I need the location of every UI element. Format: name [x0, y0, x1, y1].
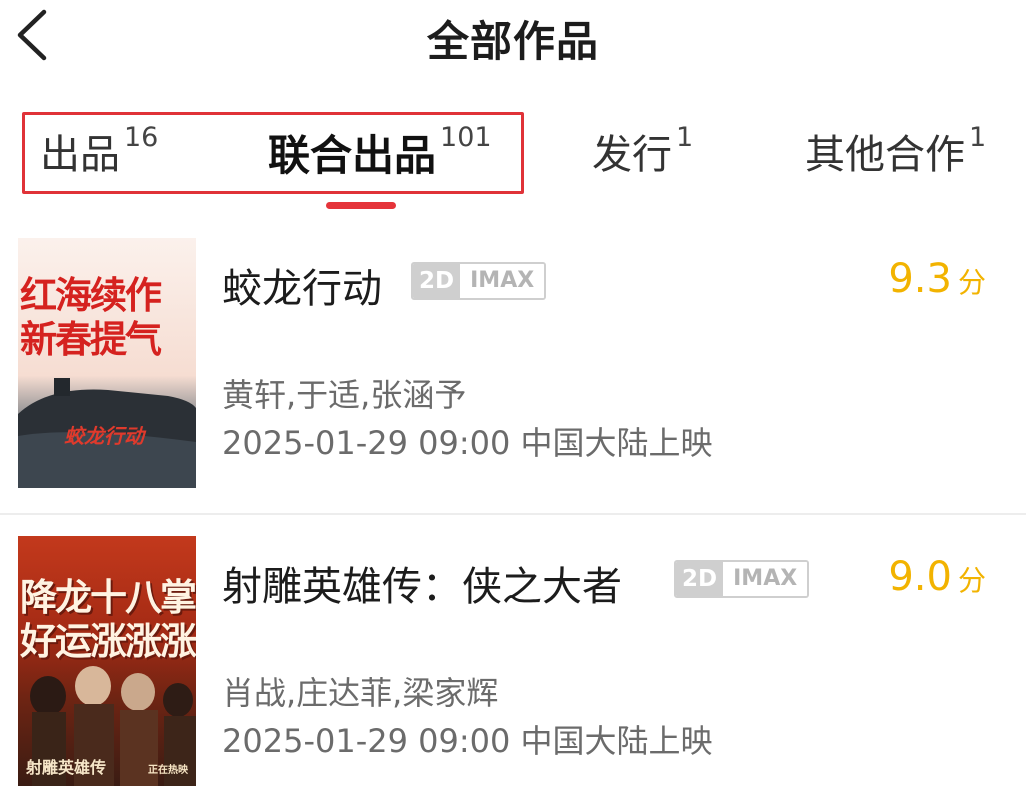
badge-imax: IMAX	[723, 562, 808, 596]
poster-slogan-line: 新春提气	[20, 318, 162, 361]
format-badge: 2D IMAX	[674, 560, 810, 598]
tab-count: 16	[124, 122, 159, 153]
tab-co-produced[interactable]: 联合出品 101	[268, 122, 492, 183]
movie-score: 9.0 分	[888, 554, 986, 600]
list-item[interactable]: 降龙十八掌! 好运涨涨涨 射雕英雄传 正在热映 射雕英雄传：侠之大者 2D IM…	[0, 518, 1026, 799]
poster-slogan: 降龙十八掌! 好运涨涨涨	[20, 576, 196, 664]
poster-slogan-line: 红海续作	[20, 274, 162, 317]
page-title: 全部作品	[426, 17, 599, 66]
format-badge: 2D IMAX	[411, 262, 547, 300]
badge-imax: IMAX	[460, 264, 545, 298]
tab-count: 101	[440, 122, 492, 153]
tab-bar: 出品 16 联合出品 101 发行 1 其他合作 1	[0, 100, 1026, 220]
tab-count: 1	[676, 122, 694, 153]
movie-score: 9.3 分	[888, 256, 986, 302]
tab-distribution[interactable]: 发行 1	[592, 122, 693, 180]
active-tab-indicator	[326, 202, 396, 209]
tab-label: 联合出品	[268, 131, 437, 180]
tab-label: 发行	[592, 132, 672, 178]
tab-label: 出品	[40, 132, 120, 178]
list-item[interactable]: 红海续作 新春提气 蛟龙行动 蛟龙行动 2D IMAX 9.3 分 黄轩,于适,张…	[0, 220, 1026, 515]
score-unit: 分	[957, 564, 986, 597]
movie-title[interactable]: 射雕英雄传：侠之大者	[222, 554, 622, 612]
movie-title[interactable]: 蛟龙行动	[222, 256, 382, 314]
poster-tag: 正在热映	[148, 765, 188, 776]
movie-poster[interactable]: 红海续作 新春提气 蛟龙行动	[18, 238, 196, 488]
tab-label: 其他合作	[805, 132, 965, 178]
badge-2d: 2D	[413, 264, 461, 298]
divider	[0, 513, 1026, 515]
poster-logo: 蛟龙行动	[64, 424, 144, 448]
header: 全部作品	[0, 0, 1026, 78]
movie-poster[interactable]: 降龙十八掌! 好运涨涨涨 射雕英雄传 正在热映	[18, 536, 196, 786]
movie-release: 2025-01-29 09:00 中国大陆上映	[222, 424, 713, 462]
tab-produced[interactable]: 出品 16	[40, 122, 158, 180]
poster-slogan-line: 降龙十八掌!	[20, 576, 196, 619]
poster-slogan: 红海续作 新春提气	[20, 274, 196, 362]
tab-other-cooperation[interactable]: 其他合作 1	[805, 122, 986, 180]
movie-release: 2025-01-29 09:00 中国大陆上映	[222, 722, 713, 760]
score-value: 9.3	[888, 256, 952, 302]
poster-slogan-line: 好运涨涨涨	[20, 620, 196, 663]
score-unit: 分	[957, 266, 986, 299]
poster-logo: 射雕英雄传	[26, 758, 107, 777]
movie-cast: 黄轩,于适,张涵予	[222, 376, 467, 414]
score-value: 9.0	[888, 554, 952, 600]
badge-2d: 2D	[676, 562, 724, 596]
movie-cast: 肖战,庄达菲,梁家辉	[222, 674, 499, 712]
tab-count: 1	[969, 122, 987, 153]
